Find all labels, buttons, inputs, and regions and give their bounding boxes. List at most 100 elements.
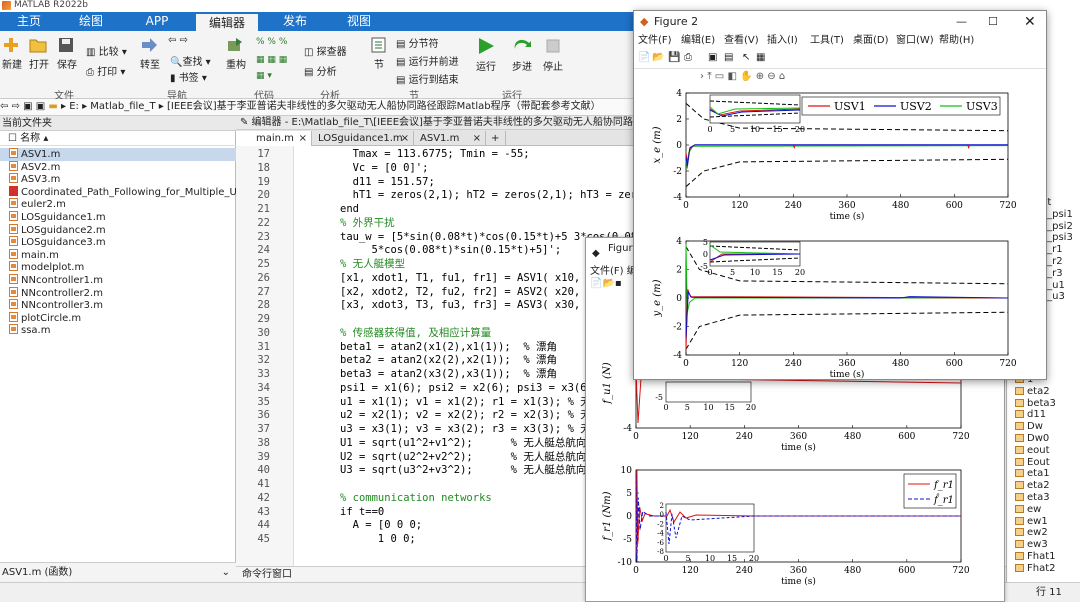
refactor-button[interactable]: 重构 bbox=[226, 37, 246, 71]
code-line[interactable]: u3 = x3(1); v3 = x3(2); r3 = x3(3); % 无人 bbox=[340, 423, 601, 437]
tab-home[interactable]: 主页 bbox=[8, 12, 50, 31]
file-item[interactable]: ssa.m bbox=[9, 324, 50, 337]
workspace-variable[interactable]: ew1 bbox=[1015, 516, 1048, 528]
code-line[interactable]: U2 = sqrt(u2^2+v2^2); % 无人艇总航向速 bbox=[340, 451, 597, 465]
file-item[interactable]: modelplot.m bbox=[9, 261, 84, 274]
name-column-header[interactable]: ☐ 名称 ▴ bbox=[0, 131, 236, 146]
code-line[interactable]: [x1, xdot1, T1, fu1, fr1] = ASV1( x10, T… bbox=[340, 272, 599, 286]
file-item[interactable]: NNcontroller2.m bbox=[9, 286, 103, 300]
workspace-variable[interactable]: Eout bbox=[1015, 457, 1050, 469]
file-item[interactable]: NNcontroller1.m bbox=[9, 274, 103, 287]
file-item[interactable]: LOSguidance2.m bbox=[9, 223, 106, 237]
code-line[interactable]: d11 = 151.57; bbox=[353, 176, 435, 190]
code-line[interactable]: % 外界干扰 bbox=[340, 217, 395, 231]
file-item-selected[interactable]: ASV1.m bbox=[0, 148, 236, 161]
bookmark-button[interactable]: ▮ 书签 ▾ bbox=[170, 69, 207, 84]
workspace-variable[interactable]: Dw0 bbox=[1015, 433, 1049, 445]
address-part-folder[interactable]: Matlab_file_T bbox=[90, 101, 155, 112]
close-icon[interactable]: × bbox=[299, 131, 307, 146]
code-tools-icon[interactable]: % % % bbox=[256, 37, 287, 47]
format-icon[interactable]: ▦ ▾ bbox=[256, 71, 272, 81]
goto-button[interactable]: 转至 bbox=[140, 37, 160, 71]
stop-button[interactable]: 停止 bbox=[543, 37, 563, 73]
file-item[interactable]: plotCircle.m bbox=[9, 311, 81, 325]
run-to-end-button[interactable]: ▤ 运行到结束 bbox=[396, 71, 459, 86]
tab-main-m[interactable]: main.m × bbox=[236, 131, 312, 146]
code-line[interactable]: end bbox=[340, 203, 359, 217]
workspace-variable[interactable]: eta2 bbox=[1015, 386, 1050, 398]
close-icon[interactable]: × bbox=[473, 131, 481, 146]
address-part-drive[interactable]: E: bbox=[69, 101, 79, 112]
file-item[interactable]: NNcontroller3.m bbox=[9, 299, 103, 312]
file-item[interactable]: ASV3.m bbox=[9, 173, 60, 186]
workspace-variable[interactable]: ew3 bbox=[1015, 539, 1048, 551]
code-line[interactable]: beta2 = atan2(x2(2),x2(1)); % 漂角 bbox=[340, 354, 557, 368]
run-advance-button[interactable]: ▤ 运行并前进 bbox=[396, 53, 459, 68]
code-line[interactable]: [x2, xdot2, T2, fu2, fr2] = ASV2( x20, T… bbox=[340, 286, 599, 300]
open-button[interactable]: 打开 bbox=[29, 37, 49, 71]
close-icon[interactable]: × bbox=[401, 131, 409, 146]
step-button[interactable]: 步进 bbox=[512, 37, 532, 73]
code-line[interactable]: U3 = sqrt(u3^2+v3^2); % 无人艇总航向速 bbox=[340, 464, 597, 478]
analyze-button[interactable]: ▤ 分析 bbox=[304, 63, 337, 78]
code-line[interactable]: 5*cos(0.08*t)*sin(0.15*t)+5]'; bbox=[372, 244, 562, 258]
code-line[interactable]: A = [0 0 0; bbox=[353, 519, 423, 533]
tab-losguidance1-m[interactable]: LOSguidance1.m × bbox=[312, 131, 414, 146]
workspace-variable[interactable]: ew2 bbox=[1015, 527, 1048, 539]
file-item[interactable]: euler2.m bbox=[9, 198, 66, 211]
file-item[interactable]: Coordinated_Path_Following_for_Multiple_… bbox=[9, 185, 259, 199]
print-button[interactable]: ⎙ 打印 ▾ bbox=[86, 63, 125, 78]
indent-icon[interactable]: ▦ ▦ ▦ bbox=[256, 55, 287, 65]
tab-apps[interactable]: APP bbox=[136, 12, 178, 31]
code-line[interactable]: % 传感器获得值, 及相应计算量 bbox=[340, 327, 491, 341]
workspace-variable[interactable]: beta3 bbox=[1015, 398, 1056, 410]
file-item[interactable]: main.m bbox=[9, 248, 59, 262]
compare-button[interactable]: ▥ 比较 ▾ bbox=[86, 43, 127, 58]
code-line[interactable]: % communication networks bbox=[340, 492, 492, 506]
section-break-button[interactable]: ▤ 分节符 bbox=[396, 35, 439, 50]
file-item[interactable]: ASV2.m bbox=[9, 160, 60, 174]
code-line[interactable]: Vc = [0 0]'; bbox=[353, 162, 429, 176]
code-line[interactable]: psi1 = x1(6); psi2 = x2(6); psi3 = x3(6)… bbox=[340, 382, 599, 396]
code-line[interactable]: if t==0 bbox=[340, 506, 384, 520]
code-line[interactable]: u2 = x2(1); v2 = x2(2); r2 = x2(3); % 无人 bbox=[340, 409, 601, 423]
workspace-variable[interactable]: Fhat2 bbox=[1015, 563, 1056, 575]
file-item[interactable]: LOSguidance3.m bbox=[9, 236, 106, 249]
nav-arrows-icon[interactable]: ⇦ ⇨ ▣ ▣ bbox=[0, 101, 48, 112]
workspace-variable[interactable]: Fhat1 bbox=[1015, 551, 1056, 563]
tab-plots[interactable]: 绘图 bbox=[70, 12, 112, 31]
workspace-variable[interactable]: eta1 bbox=[1015, 468, 1050, 480]
run-button[interactable]: 运行 bbox=[476, 37, 496, 73]
workspace-variable[interactable]: ew bbox=[1015, 504, 1041, 516]
chevron-down-icon[interactable]: ⌄ bbox=[222, 563, 230, 583]
find-button[interactable]: 🔍查找 ▾ bbox=[170, 53, 211, 68]
workspace-variable[interactable]: eout bbox=[1015, 445, 1050, 457]
explorer-button[interactable]: ◫ 探查器 bbox=[304, 43, 347, 58]
new-button[interactable]: 新建 bbox=[2, 37, 22, 71]
code-line[interactable]: beta3 = atan2(x3(2),x3(1)); % 漂角 bbox=[340, 368, 557, 382]
workspace-variable[interactable]: Dw bbox=[1015, 421, 1043, 433]
file-item[interactable]: LOSguidance1.m bbox=[9, 211, 106, 224]
tab-view[interactable]: 视图 bbox=[338, 12, 380, 31]
save-button[interactable]: 保存 bbox=[57, 37, 77, 71]
workspace-variable[interactable]: eta3 bbox=[1015, 492, 1050, 504]
back-forward-icon[interactable]: ⇦ ⇨ bbox=[168, 35, 188, 46]
new-tab-button[interactable]: + bbox=[486, 131, 506, 146]
checkbox-icon[interactable]: ☐ bbox=[8, 133, 20, 144]
run-section-button[interactable]: 节 bbox=[368, 37, 390, 71]
code-line[interactable]: 1 0 0; bbox=[378, 533, 416, 547]
tab-asv1-m[interactable]: ASV1.m × bbox=[414, 131, 486, 146]
tab-editor[interactable]: 编辑器 bbox=[196, 12, 258, 31]
address-part-project[interactable]: [IEEE会议]基于李亚普诺夫非线性的多欠驱动无人船协同路径跟踪Matlab程序… bbox=[167, 101, 601, 112]
figure2-window[interactable]: ◆ Figure 2 — ☐ ✕ 文件(F) 编辑(E) 查看(V) 插入(I) 工具(… bbox=[633, 10, 1047, 380]
workspace-variable[interactable]: eta2 bbox=[1015, 480, 1050, 492]
code-line[interactable]: Tmax = 113.6775; Tmin = -55; bbox=[353, 148, 530, 162]
code-line[interactable]: beta1 = atan2(x1(2),x1(1)); % 漂角 bbox=[340, 341, 557, 355]
workspace-variable[interactable]: d11 bbox=[1015, 409, 1046, 421]
code-line[interactable]: u1 = x1(1); v1 = x1(2); r1 = x1(3); % 无人 bbox=[340, 396, 601, 410]
code-line[interactable]: [x3, xdot3, T3, fu3, fr3] = ASV3( x30, T… bbox=[340, 299, 599, 313]
code-line[interactable]: U1 = sqrt(u1^2+v1^2); % 无人艇总航向速 bbox=[340, 437, 597, 451]
code-editor[interactable]: 17 Tmax = 113.6775; Tmin = -55; 18 Vc = [0 … bbox=[236, 146, 688, 566]
tab-publish[interactable]: 发布 bbox=[274, 12, 316, 31]
file-details-bar[interactable]: ASV1.m (函数) ⌄ bbox=[0, 562, 236, 582]
